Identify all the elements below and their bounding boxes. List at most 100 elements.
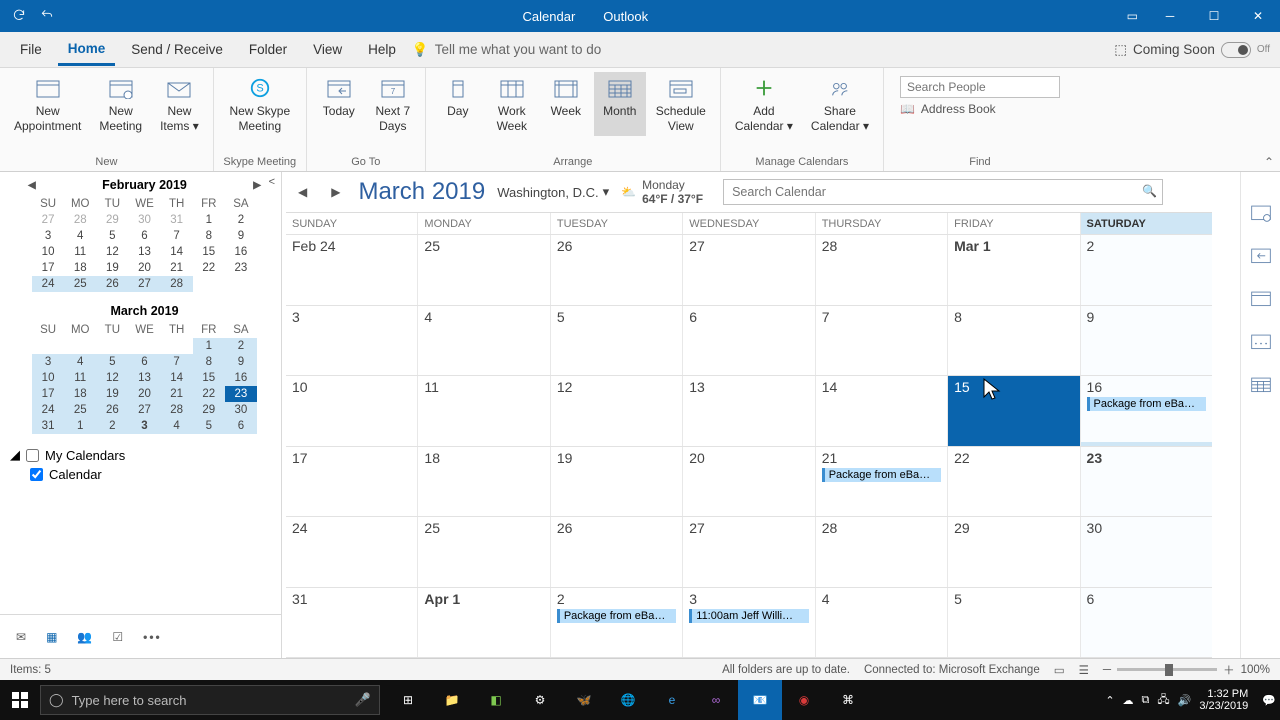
new-items-button[interactable]: NewItems ▾ (152, 72, 207, 136)
day-view-button[interactable]: Day (432, 72, 484, 136)
taskbar-search[interactable]: ◯ Type here to search 🎤 (40, 685, 380, 715)
mini-day[interactable]: 22 (193, 386, 225, 402)
calendar-day-cell[interactable]: 16Package from eBa… (1081, 376, 1212, 446)
collapse-left-icon[interactable]: < (269, 176, 275, 188)
mini-day[interactable]: 31 (32, 418, 64, 434)
mini-day[interactable]: 13 (128, 370, 160, 386)
mini-day[interactable]: 7 (161, 228, 193, 244)
next-7-days-button[interactable]: 7Next 7Days (367, 72, 419, 136)
my-calendars-header[interactable]: ◢ My Calendars (10, 447, 271, 463)
tasks-icon[interactable]: ☑ (112, 630, 123, 644)
app-icon-2[interactable]: 🦋 (562, 680, 606, 720)
mini-day[interactable]: 27 (128, 276, 160, 292)
close-button[interactable]: ✕ (1236, 0, 1280, 32)
calendar-day-cell[interactable]: 28 (816, 517, 948, 587)
mini-day[interactable]: 12 (96, 244, 128, 260)
mini-day[interactable]: 19 (96, 386, 128, 402)
app-icon-3[interactable]: ◉ (782, 680, 826, 720)
volume-icon[interactable]: 🔊 (1178, 694, 1192, 707)
calendar-event[interactable]: 11:00am Jeff Willi… (689, 609, 808, 623)
steam-icon[interactable]: ⚙ (518, 680, 562, 720)
calendar-day-cell[interactable]: 19 (551, 447, 683, 517)
mini-day[interactable]: 28 (161, 402, 193, 418)
calendar-day-cell[interactable]: 27 (683, 235, 815, 305)
mini-day[interactable]: 28 (161, 276, 193, 292)
mini-day[interactable]: 13 (128, 244, 160, 260)
mini-day[interactable]: 29 (96, 212, 128, 228)
calendar-day-cell[interactable]: 22 (948, 447, 1080, 517)
mini-day[interactable]: 4 (64, 228, 96, 244)
start-button[interactable] (0, 692, 40, 708)
mini-day[interactable]: 1 (64, 418, 96, 434)
mini-day[interactable]: 20 (128, 260, 160, 276)
peek-day-icon[interactable] (1250, 288, 1272, 311)
calendar-day-cell[interactable]: 4 (816, 588, 948, 658)
calendar-day-cell[interactable]: 26 (551, 235, 683, 305)
calendar-day-cell[interactable]: 13 (683, 376, 815, 446)
search-people-input[interactable] (900, 76, 1060, 98)
mini-day[interactable]: 25 (64, 402, 96, 418)
calendar-day-cell[interactable]: 14 (816, 376, 948, 446)
mini-day[interactable]: 25 (64, 276, 96, 292)
work-week-button[interactable]: WorkWeek (486, 72, 538, 136)
coming-soon-toggle[interactable]: ⬚ Coming Soon Off (1114, 42, 1270, 58)
calendar-day-cell[interactable]: 4 (418, 306, 550, 376)
mini-day[interactable]: 19 (96, 260, 128, 276)
calendar-day-cell[interactable]: 18 (418, 447, 550, 517)
dropbox-icon[interactable]: ⧉ (1142, 694, 1150, 707)
mini-day[interactable]: 27 (128, 402, 160, 418)
mini-day[interactable]: 5 (96, 228, 128, 244)
today-button[interactable]: Today (313, 72, 365, 136)
maximize-button[interactable]: ☐ (1192, 0, 1236, 32)
calendar-day-cell[interactable]: 31 (286, 588, 418, 658)
calendar-day-cell[interactable]: Feb 24 (286, 235, 418, 305)
explorer-icon[interactable]: 📁 (430, 680, 474, 720)
tab-help[interactable]: Help (358, 35, 406, 64)
calendar-day-cell[interactable]: 25 (418, 235, 550, 305)
mini-day[interactable]: 21 (161, 386, 193, 402)
address-book-button[interactable]: 📖Address Book (900, 102, 1060, 116)
new-meeting-button[interactable]: NewMeeting (91, 72, 150, 136)
mini-day[interactable]: 20 (128, 386, 160, 402)
people-icon[interactable]: 👥 (77, 630, 92, 644)
next-month-button[interactable]: ▶ (325, 183, 346, 201)
network-icon[interactable]: 🖧 (1157, 691, 1169, 710)
calendar-day-cell[interactable]: 3 (286, 306, 418, 376)
view-reading-icon[interactable]: ☰ (1079, 663, 1089, 677)
mini-day[interactable]: 2 (96, 418, 128, 434)
mini-day[interactable]: 23 (225, 260, 257, 276)
calendar-icon[interactable]: ▦ (46, 630, 57, 644)
mini-day[interactable] (128, 338, 160, 354)
calendar-day-cell[interactable]: 23 (1081, 447, 1212, 517)
app-icon-4[interactable]: ⌘ (826, 680, 870, 720)
collapse-ribbon-icon[interactable]: ⌃ (1264, 155, 1274, 169)
prev-month-button[interactable]: ◀ (292, 183, 313, 201)
mini-day[interactable]: 17 (32, 260, 64, 276)
calendar-event[interactable]: Package from eBa… (557, 609, 676, 623)
mini-day[interactable]: 26 (96, 276, 128, 292)
week-view-button[interactable]: Week (540, 72, 592, 136)
minimize-button[interactable]: ─ (1148, 0, 1192, 32)
task-view-icon[interactable]: ⊞ (386, 680, 430, 720)
mail-icon[interactable]: ✉ (16, 630, 26, 644)
app-icon-1[interactable]: ◧ (474, 680, 518, 720)
mini-day[interactable]: 6 (128, 228, 160, 244)
mini-day[interactable]: 14 (161, 370, 193, 386)
mini-day[interactable]: 3 (32, 228, 64, 244)
tab-send-receive[interactable]: Send / Receive (121, 35, 233, 64)
vs-icon[interactable]: ∞ (694, 680, 738, 720)
calendar-checkbox-item[interactable]: Calendar (10, 463, 271, 486)
mini-day[interactable] (32, 338, 64, 354)
onedrive-icon[interactable]: ☁ (1123, 694, 1134, 707)
mini-day[interactable]: 4 (64, 354, 96, 370)
calendar-day-cell[interactable]: 6 (1081, 588, 1212, 658)
calendar-day-cell[interactable]: 6 (683, 306, 815, 376)
calendar-day-cell[interactable]: 20 (683, 447, 815, 517)
calendar-day-cell[interactable]: 8 (948, 306, 1080, 376)
mini-day[interactable]: 18 (64, 260, 96, 276)
mini-day[interactable]: 6 (128, 354, 160, 370)
location-dropdown[interactable]: Washington, D.C.▾ (497, 184, 609, 200)
calendar-day-cell[interactable]: 10 (286, 376, 418, 446)
mini-day[interactable]: 12 (96, 370, 128, 386)
calendar-day-cell[interactable]: 12 (551, 376, 683, 446)
